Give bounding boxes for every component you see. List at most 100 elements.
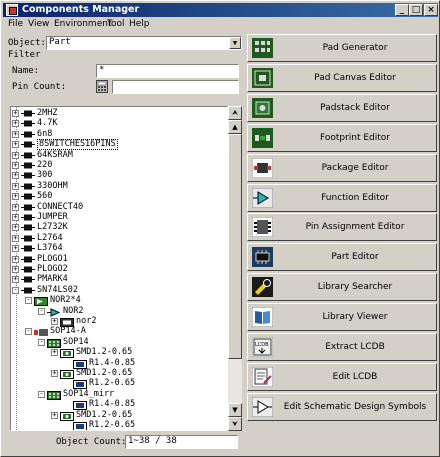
- pin-count-input[interactable]: [112, 80, 239, 94]
- menu-tool[interactable]: Tool: [107, 19, 124, 29]
- pad-generator-icon: [252, 38, 273, 58]
- scroll-top-icon[interactable]: ⮝: [228, 106, 242, 120]
- pin-count-label: Pin Count:: [12, 82, 67, 92]
- button-label: Edit Schematic Design Symbols: [283, 401, 427, 412]
- library-viewer-icon: [251, 306, 274, 328]
- expand-icon[interactable]: +: [12, 130, 19, 138]
- maximize-button[interactable]: □: [409, 4, 423, 16]
- edit-lcdb-button[interactable]: Edit LCDB: [247, 362, 437, 391]
- tree-node-label: NOR2*4: [50, 295, 81, 306]
- scroll-up-icon[interactable]: ▲: [228, 120, 242, 134]
- calculator-icon[interactable]: [96, 80, 108, 93]
- button-label: Pad Canvas Editor: [314, 72, 396, 83]
- expand-icon[interactable]: +: [51, 349, 58, 357]
- menu-bar: File View Environment Tool Help: [3, 18, 438, 32]
- tree-node-label: Z122A4478: [50, 430, 96, 431]
- button-label: Function Editor: [321, 192, 389, 203]
- collapse-icon[interactable]: -: [38, 307, 45, 315]
- part-icon: [21, 193, 35, 200]
- edit-lcdb-icon: [251, 366, 274, 388]
- pad-generator-button[interactable]: Pad Generator: [247, 34, 437, 62]
- symbol-icon: [47, 307, 61, 317]
- tree-node-label: PMARK4: [37, 274, 68, 285]
- menu-help[interactable]: Help: [129, 19, 150, 29]
- tree-node-label: 6n8: [37, 128, 53, 139]
- part-icon: [21, 141, 35, 148]
- pad-icon: [73, 422, 87, 430]
- library-viewer-button[interactable]: Library Viewer: [247, 303, 437, 332]
- expand-icon[interactable]: +: [12, 162, 19, 169]
- tree-node-label: R1.4-0.85: [89, 399, 136, 410]
- expand-icon[interactable]: +: [12, 110, 19, 117]
- tree-node-label: 220: [37, 160, 53, 170]
- tree-node-label: SOP14: [63, 336, 89, 347]
- part-icon: [21, 276, 35, 283]
- tree-node-label: 300: [37, 170, 53, 181]
- minimize-button[interactable]: _: [395, 4, 409, 16]
- expand-icon[interactable]: +: [12, 276, 19, 284]
- extract-lcdb-button[interactable]: LCDB Extract LCDB: [247, 333, 437, 361]
- collapse-icon[interactable]: -: [25, 328, 32, 336]
- expand-icon[interactable]: +: [51, 318, 58, 325]
- footprint-editor-button[interactable]: Footprint Editor: [247, 123, 437, 152]
- part-editor-button[interactable]: Part Editor: [247, 243, 437, 272]
- tree-node-label: R1.2-0.65: [89, 378, 136, 389]
- scroll-thumb[interactable]: [228, 134, 242, 359]
- expand-icon[interactable]: +: [12, 120, 19, 128]
- part-icon: [21, 183, 35, 190]
- expand-icon[interactable]: +: [12, 234, 19, 242]
- package-icon: [34, 328, 48, 337]
- collapse-icon[interactable]: -: [38, 338, 45, 346]
- menu-file[interactable]: File: [8, 19, 23, 29]
- padstack-editor-button[interactable]: Padstack Editor: [247, 93, 437, 122]
- collapse-icon[interactable]: -: [12, 286, 19, 294]
- expand-icon[interactable]: +: [12, 245, 19, 253]
- close-button[interactable]: ×: [424, 4, 438, 16]
- filter-label: Filter: [8, 50, 41, 60]
- expand-icon[interactable]: +: [12, 224, 19, 232]
- pin-assignment-editor-button[interactable]: Pin Assignment Editor: [247, 213, 437, 242]
- expand-icon[interactable]: +: [51, 370, 58, 377]
- dropdown-arrow-icon[interactable]: ▼: [229, 37, 241, 49]
- expand-icon[interactable]: +: [12, 214, 19, 221]
- tree-node-label: 560: [37, 191, 53, 202]
- button-label: Library Searcher: [317, 282, 393, 293]
- expand-icon[interactable]: +: [12, 172, 19, 180]
- object-select-value: Part: [49, 37, 71, 47]
- scroll-bottom-icon[interactable]: ⮟: [228, 417, 242, 431]
- function-editor-button[interactable]: Function Editor: [247, 183, 437, 212]
- menu-view[interactable]: View: [28, 19, 49, 29]
- expand-icon[interactable]: +: [51, 411, 58, 419]
- tree-node-label: L3764: [37, 243, 63, 254]
- scroll-down-icon[interactable]: ▼: [228, 403, 242, 417]
- collapse-icon[interactable]: -: [38, 390, 45, 398]
- package-editor-button[interactable]: Package Editor: [247, 153, 437, 182]
- expand-icon[interactable]: +: [12, 255, 19, 263]
- tree-node-label: JUMPER: [37, 212, 68, 222]
- object-select[interactable]: Part ▼: [46, 36, 242, 50]
- expand-icon[interactable]: +: [12, 141, 19, 149]
- tree-node-label: SMD1.2-0.65: [76, 347, 133, 358]
- button-label: Pin Assignment Editor: [305, 222, 405, 233]
- pad-canvas-editor-button[interactable]: Pad Canvas Editor: [247, 63, 437, 92]
- tree-node-label: NOR2: [63, 305, 84, 316]
- part-icon: [21, 224, 35, 231]
- expand-icon[interactable]: +: [12, 193, 19, 201]
- expand-icon[interactable]: +: [12, 182, 19, 190]
- part-icon: [21, 235, 35, 242]
- part-tree[interactable]: +2MHZ +4.7K +6n8 +8SWITCHES16PINS +64KSRAM +2…: [10, 106, 228, 431]
- name-input[interactable]: *: [96, 64, 239, 78]
- tree-node-label: PLOGO1: [37, 253, 68, 264]
- expand-icon[interactable]: +: [12, 203, 19, 211]
- tree-scrollbar[interactable]: ⮝ ▲ ▼ ⮟: [228, 106, 242, 431]
- expand-icon[interactable]: +: [12, 151, 19, 159]
- menu-environment[interactable]: Environment: [54, 19, 111, 29]
- edit-schematic-design-symbols-button[interactable]: Edit Schematic Design Symbols: [247, 392, 437, 421]
- padstack-editor-icon: [252, 97, 273, 118]
- part-editor-icon: [252, 247, 273, 268]
- collapse-icon[interactable]: -: [25, 297, 32, 305]
- expand-icon[interactable]: +: [12, 266, 19, 273]
- object-count-value: 1~38 / 38: [125, 435, 238, 449]
- tree-node-label: R1.4-0.85: [89, 357, 136, 368]
- library-searcher-button[interactable]: Library Searcher: [247, 273, 437, 302]
